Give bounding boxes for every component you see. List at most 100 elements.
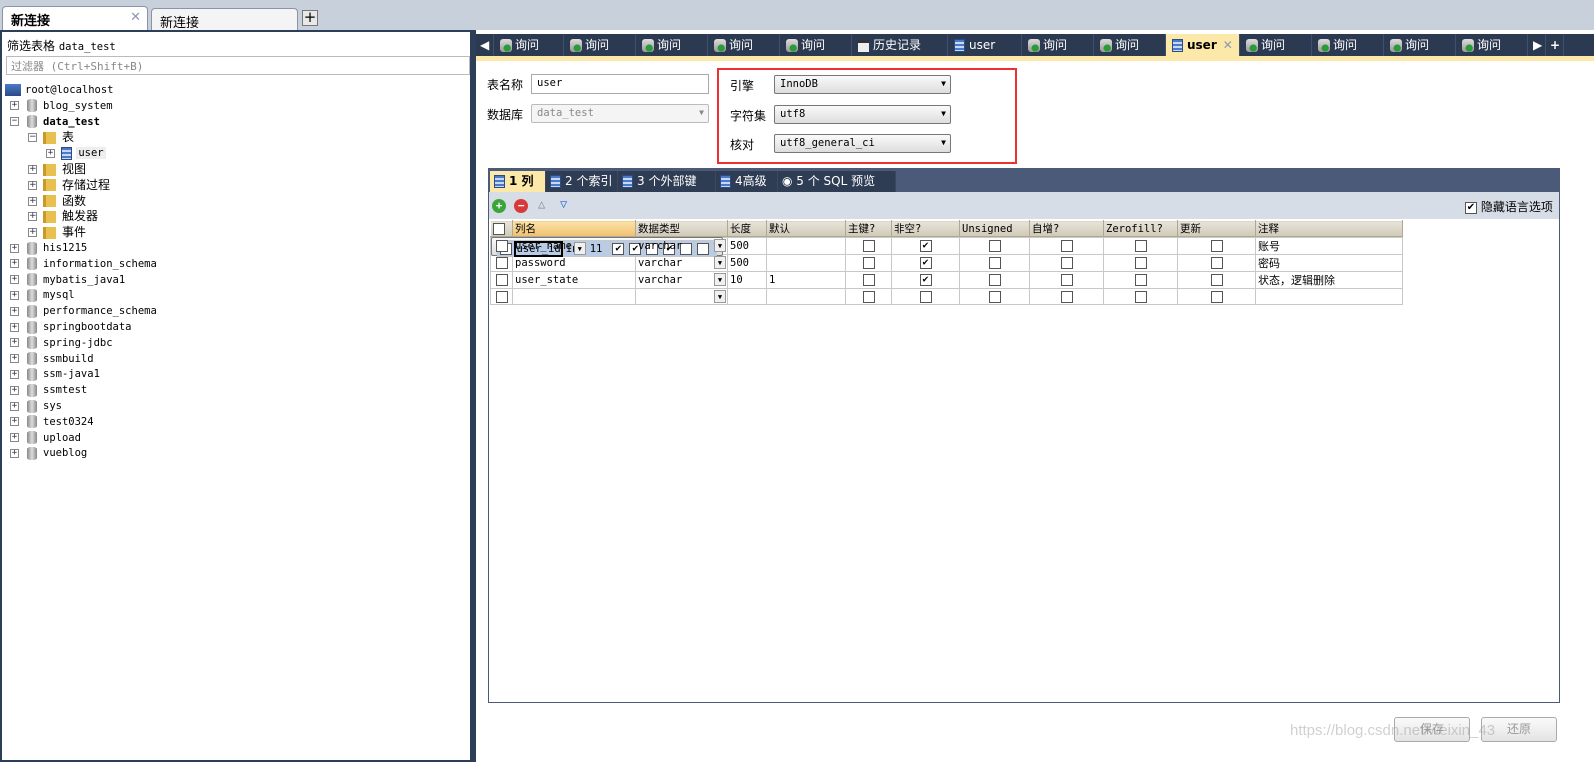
column-name-cell[interactable]: user_name — [512, 237, 636, 255]
database-node[interactable]: + vueblog — [10, 445, 87, 461]
dropdown-arrow-icon[interactable]: ▼ — [714, 239, 726, 252]
default-cell[interactable] — [766, 254, 846, 272]
connection-tab[interactable]: 新连接 ✕ — [2, 6, 148, 30]
query-tab[interactable]: 询问 — [636, 34, 708, 56]
default-cell[interactable]: 1 — [766, 271, 846, 289]
database-node[interactable]: + performance_schema — [10, 303, 157, 319]
checkbox[interactable] — [988, 257, 1001, 269]
ai-checkbox-cell[interactable] — [1029, 288, 1104, 305]
checkbox[interactable] — [1210, 240, 1223, 252]
unsigned-checkbox-cell[interactable] — [959, 288, 1030, 305]
query-tab[interactable]: 询问 — [494, 34, 564, 56]
revert-button[interactable]: 还原 — [1481, 717, 1557, 742]
update-checkbox-cell[interactable] — [1177, 237, 1256, 255]
expand-icon[interactable]: + — [10, 433, 19, 443]
pk-checkbox-cell[interactable] — [845, 288, 892, 305]
table-name-input[interactable]: user — [531, 74, 709, 94]
checkbox[interactable] — [988, 274, 1001, 286]
database-node[interactable]: + sys — [10, 398, 62, 414]
checkbox[interactable] — [862, 290, 875, 303]
data-type-cell[interactable]: varchar ▼ — [635, 254, 728, 272]
checkbox[interactable] — [1210, 257, 1223, 269]
checkbox[interactable]: ✔ — [1465, 201, 1477, 214]
data-type-cell[interactable]: ▼ — [635, 288, 728, 305]
add-tab-button[interactable]: + — [302, 10, 318, 26]
database-node[interactable]: + upload — [10, 430, 81, 446]
expand-icon[interactable]: + — [28, 212, 37, 222]
unsigned-checkbox-cell[interactable] — [959, 254, 1030, 272]
length-cell[interactable]: 500 — [727, 254, 767, 272]
table-node[interactable]: + user — [46, 145, 106, 161]
folder-node[interactable]: + 触发器 — [28, 208, 98, 224]
data-type-cell[interactable]: varchar ▼ — [635, 271, 728, 289]
comment-cell[interactable]: 状态，逻辑删除 — [1255, 271, 1403, 289]
query-tab[interactable]: 询问 — [708, 34, 780, 56]
tab-sql-preview[interactable]: ◉ 5 个 SQL 预览 — [778, 171, 896, 192]
connection-tab[interactable]: 新连接 — [151, 8, 298, 31]
collapse-icon[interactable]: − — [10, 117, 19, 127]
delete-column-icon[interactable]: − — [514, 199, 528, 213]
checkbox[interactable] — [1060, 240, 1073, 252]
header-select[interactable] — [490, 220, 513, 237]
checkbox[interactable] — [1060, 290, 1073, 303]
expand-icon[interactable]: + — [28, 196, 37, 206]
save-button[interactable]: 保存 — [1394, 717, 1470, 742]
checkbox[interactable] — [1060, 274, 1073, 286]
checkbox[interactable] — [988, 290, 1001, 303]
ai-checkbox-cell[interactable] — [1029, 237, 1104, 255]
unsigned-checkbox-cell[interactable] — [959, 271, 1030, 289]
database-node[interactable]: − data_test — [10, 114, 100, 130]
expand-icon[interactable]: + — [46, 148, 55, 158]
row-select[interactable] — [490, 254, 513, 272]
expand-icon[interactable]: + — [10, 290, 19, 300]
checkbox[interactable] — [1134, 290, 1147, 303]
ai-checkbox-cell[interactable] — [1029, 271, 1104, 289]
column-header[interactable]: 列名 — [512, 220, 636, 237]
tab-indexes[interactable]: 2 个索引 — [546, 171, 618, 192]
dropdown-arrow-icon[interactable]: ▼ — [714, 273, 726, 286]
expand-icon[interactable]: + — [10, 306, 19, 316]
database-node[interactable]: + mysql — [10, 287, 75, 303]
folder-node[interactable]: + 存储过程 — [28, 177, 110, 193]
dropdown-arrow-icon[interactable]: ▼ — [714, 256, 726, 269]
add-column-icon[interactable]: + — [492, 199, 506, 213]
column-header[interactable]: 主键? — [845, 220, 892, 237]
expand-icon[interactable]: + — [10, 385, 19, 395]
unsigned-checkbox-cell[interactable] — [959, 237, 1030, 255]
expand-icon[interactable]: + — [10, 101, 19, 111]
close-icon[interactable]: ✕ — [1223, 38, 1233, 52]
checkbox[interactable] — [862, 274, 875, 286]
query-tab[interactable]: 询问 — [1240, 34, 1312, 56]
folder-node[interactable]: + 视图 — [28, 161, 86, 177]
query-tab[interactable]: 询问 — [1312, 34, 1384, 56]
database-node[interactable]: + ssmbuild — [10, 351, 94, 367]
length-cell[interactable]: 500 — [727, 237, 767, 255]
expand-icon[interactable]: + — [10, 322, 19, 332]
scroll-right-icon[interactable]: ▶ — [1530, 34, 1546, 56]
table-row[interactable]: password varchar ▼ 500 ✔ 密码 — [490, 254, 1403, 272]
checkbox[interactable]: ✔ — [919, 257, 932, 269]
query-tab[interactable]: user — [948, 34, 1022, 56]
ai-checkbox-cell[interactable] — [1029, 254, 1104, 272]
column-header[interactable]: Unsigned — [959, 220, 1030, 237]
query-tab[interactable]: 询问 — [780, 34, 852, 56]
comment-cell[interactable] — [1255, 288, 1403, 305]
notnull-checkbox-cell[interactable]: ✔ — [891, 254, 960, 272]
expand-icon[interactable]: + — [10, 448, 19, 458]
zerofill-checkbox-cell[interactable] — [1103, 254, 1178, 272]
expand-icon[interactable]: + — [10, 338, 19, 348]
checkbox[interactable]: ✔ — [919, 240, 932, 252]
folder-node[interactable]: + 事件 — [28, 224, 86, 240]
expand-icon[interactable]: + — [28, 180, 37, 190]
row-select[interactable] — [490, 288, 513, 305]
default-cell[interactable] — [766, 237, 846, 255]
checkbox[interactable] — [1134, 257, 1147, 269]
host-node[interactable]: root@localhost — [5, 82, 114, 98]
update-checkbox-cell[interactable] — [1177, 271, 1256, 289]
checkbox[interactable] — [1210, 290, 1223, 303]
checkbox[interactable] — [1210, 274, 1223, 286]
comment-cell[interactable]: 账号 — [1255, 237, 1403, 255]
notnull-checkbox-cell[interactable] — [891, 288, 960, 305]
query-tab[interactable]: 询问 — [1384, 34, 1456, 56]
tab-columns[interactable]: 1 列 — [490, 171, 546, 192]
